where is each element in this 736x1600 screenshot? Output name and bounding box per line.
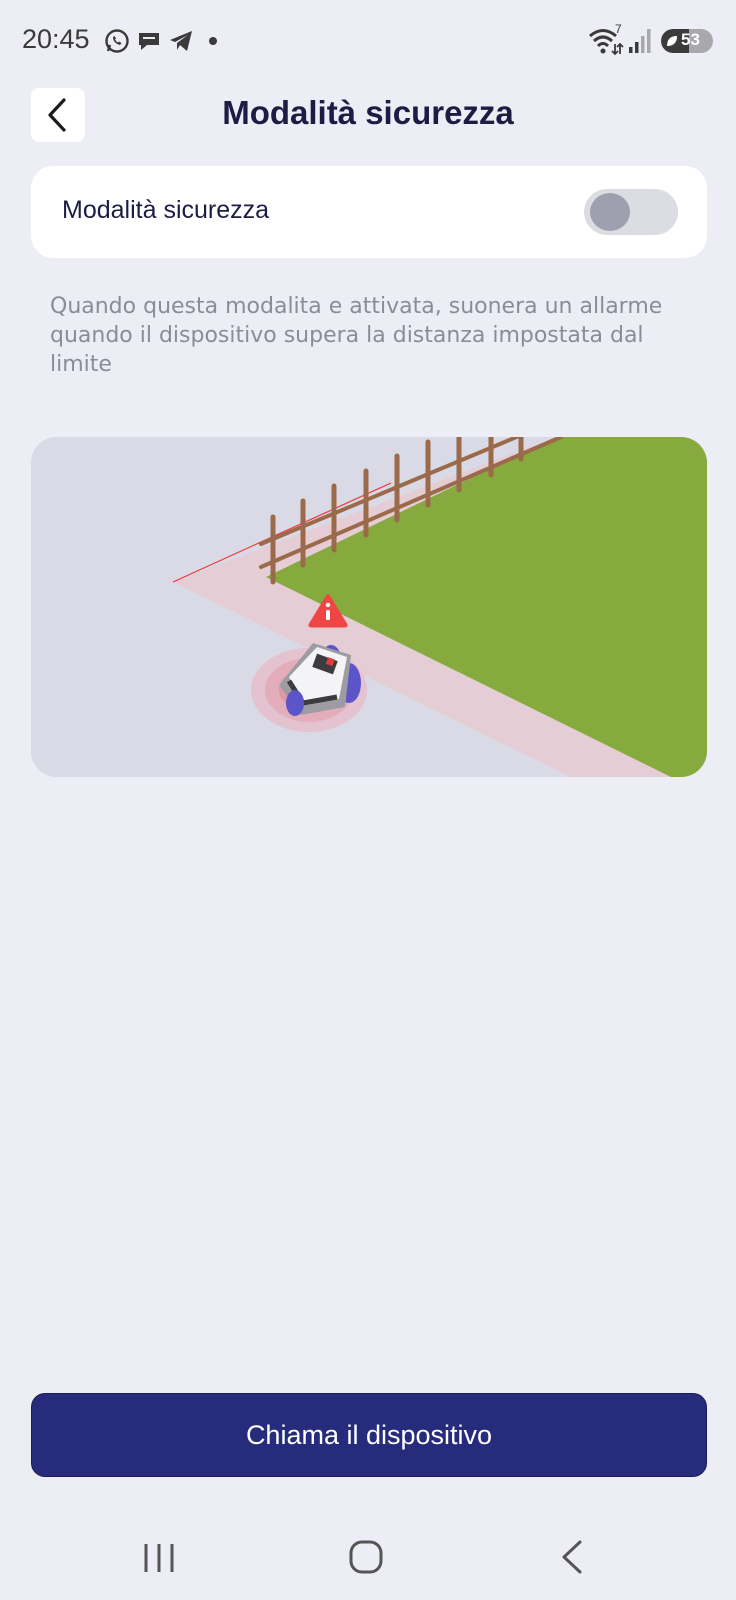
yard-illustration (31, 437, 707, 777)
chevron-left-icon (48, 98, 66, 132)
status-bar: 20:45 7 53 (0, 0, 736, 84)
page-title: Modalità sicurezza (222, 94, 514, 131)
battery-indicator: 53 (661, 29, 713, 53)
toggle-knob (590, 193, 630, 231)
chat-bubble-icon (139, 33, 159, 50)
telegram-icon (170, 31, 192, 51)
safety-mode-label: Modalità sicurezza (62, 196, 270, 224)
recent-apps-icon[interactable] (142, 1540, 176, 1576)
wifi-badge: 7 (615, 22, 622, 36)
back-button[interactable] (31, 88, 85, 142)
whatsapp-icon (105, 29, 129, 53)
safety-mode-illustration (31, 437, 707, 777)
battery-percent: 53 (681, 30, 700, 49)
signal-icon (629, 29, 651, 53)
navigation-bar (0, 1520, 736, 1600)
safety-mode-toggle[interactable] (584, 189, 678, 235)
dot-icon (209, 37, 217, 45)
leaf-icon (667, 36, 677, 46)
safety-mode-description: Quando questa modalita e attivata, suone… (50, 294, 663, 377)
home-icon[interactable] (348, 1538, 384, 1576)
call-device-button[interactable]: Chiama il dispositivo (31, 1393, 707, 1477)
back-icon[interactable] (558, 1538, 586, 1576)
safety-mode-card: Modalità sicurezza (31, 166, 707, 258)
call-device-label: Chiama il dispositivo (245, 1419, 493, 1450)
status-time: 20:45 (22, 24, 90, 54)
